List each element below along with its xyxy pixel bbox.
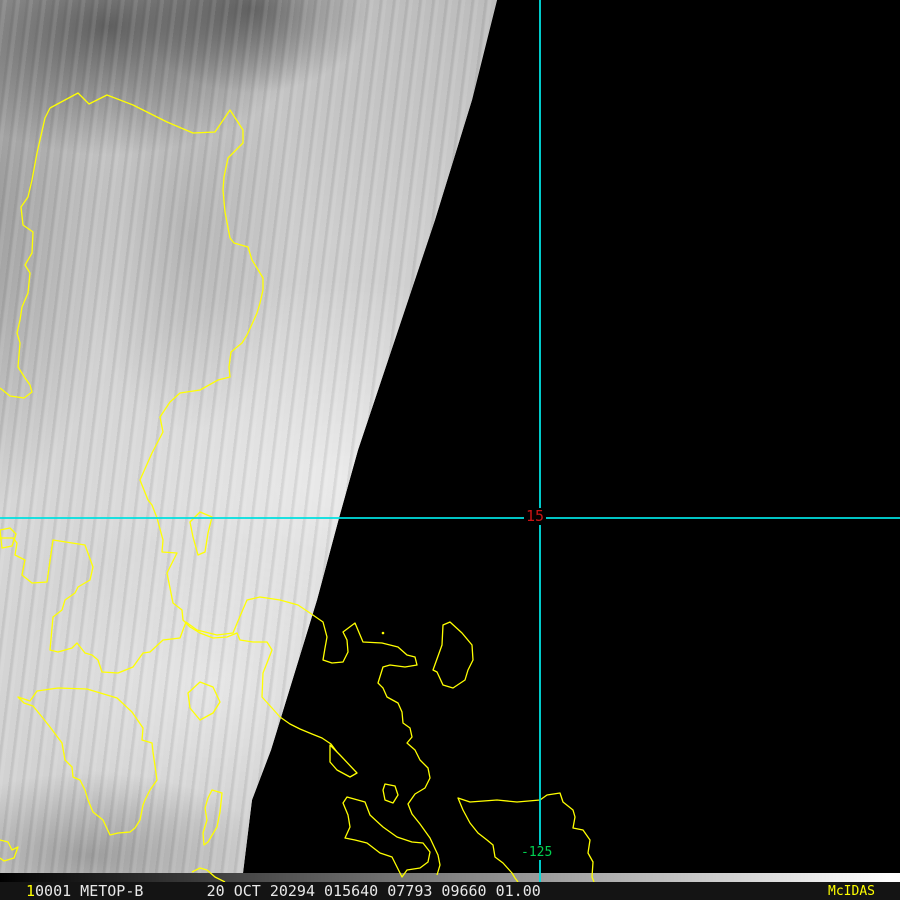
coastline-romblon-islet	[329, 744, 358, 778]
coastline-burias-island	[432, 621, 474, 689]
coastline-luzon-west-coast	[0, 107, 51, 399]
coastline-left-bottom-bit	[0, 839, 19, 862]
map-overlay	[0, 0, 900, 882]
coastline-south-coast-crossing	[191, 867, 226, 882]
mcidas-display: 15 -125 10001 METOP-B 20 OCT 20294 01564…	[0, 0, 900, 900]
coastline-sibuyan-lake	[382, 783, 399, 804]
coastline-masbate-island	[457, 792, 595, 882]
coastline-marinduque-island	[187, 681, 221, 721]
coastline-south-luzon-coast	[0, 537, 441, 876]
coastline-thin-island	[202, 789, 223, 846]
coastline-mindoro-island	[17, 687, 158, 836]
coastline-luzon-east-coast	[49, 92, 338, 753]
map-outlines	[0, 92, 595, 882]
latitude-label: 15	[524, 507, 547, 525]
islet-dot	[381, 631, 385, 635]
longitude-label: -125	[519, 845, 555, 860]
status-bar: 10001 METOP-B 20 OCT 20294 015640 07793 …	[0, 882, 900, 900]
cursor-crosshair[interactable]	[0, 0, 900, 882]
coastline-sibuyan-island	[342, 796, 431, 878]
frame-number: 1	[26, 882, 36, 900]
image-info-text: 0001 METOP-B 20 OCT 20294 015640 07793 0…	[35, 882, 541, 900]
mcidas-brand: McIDAS	[828, 884, 875, 899]
